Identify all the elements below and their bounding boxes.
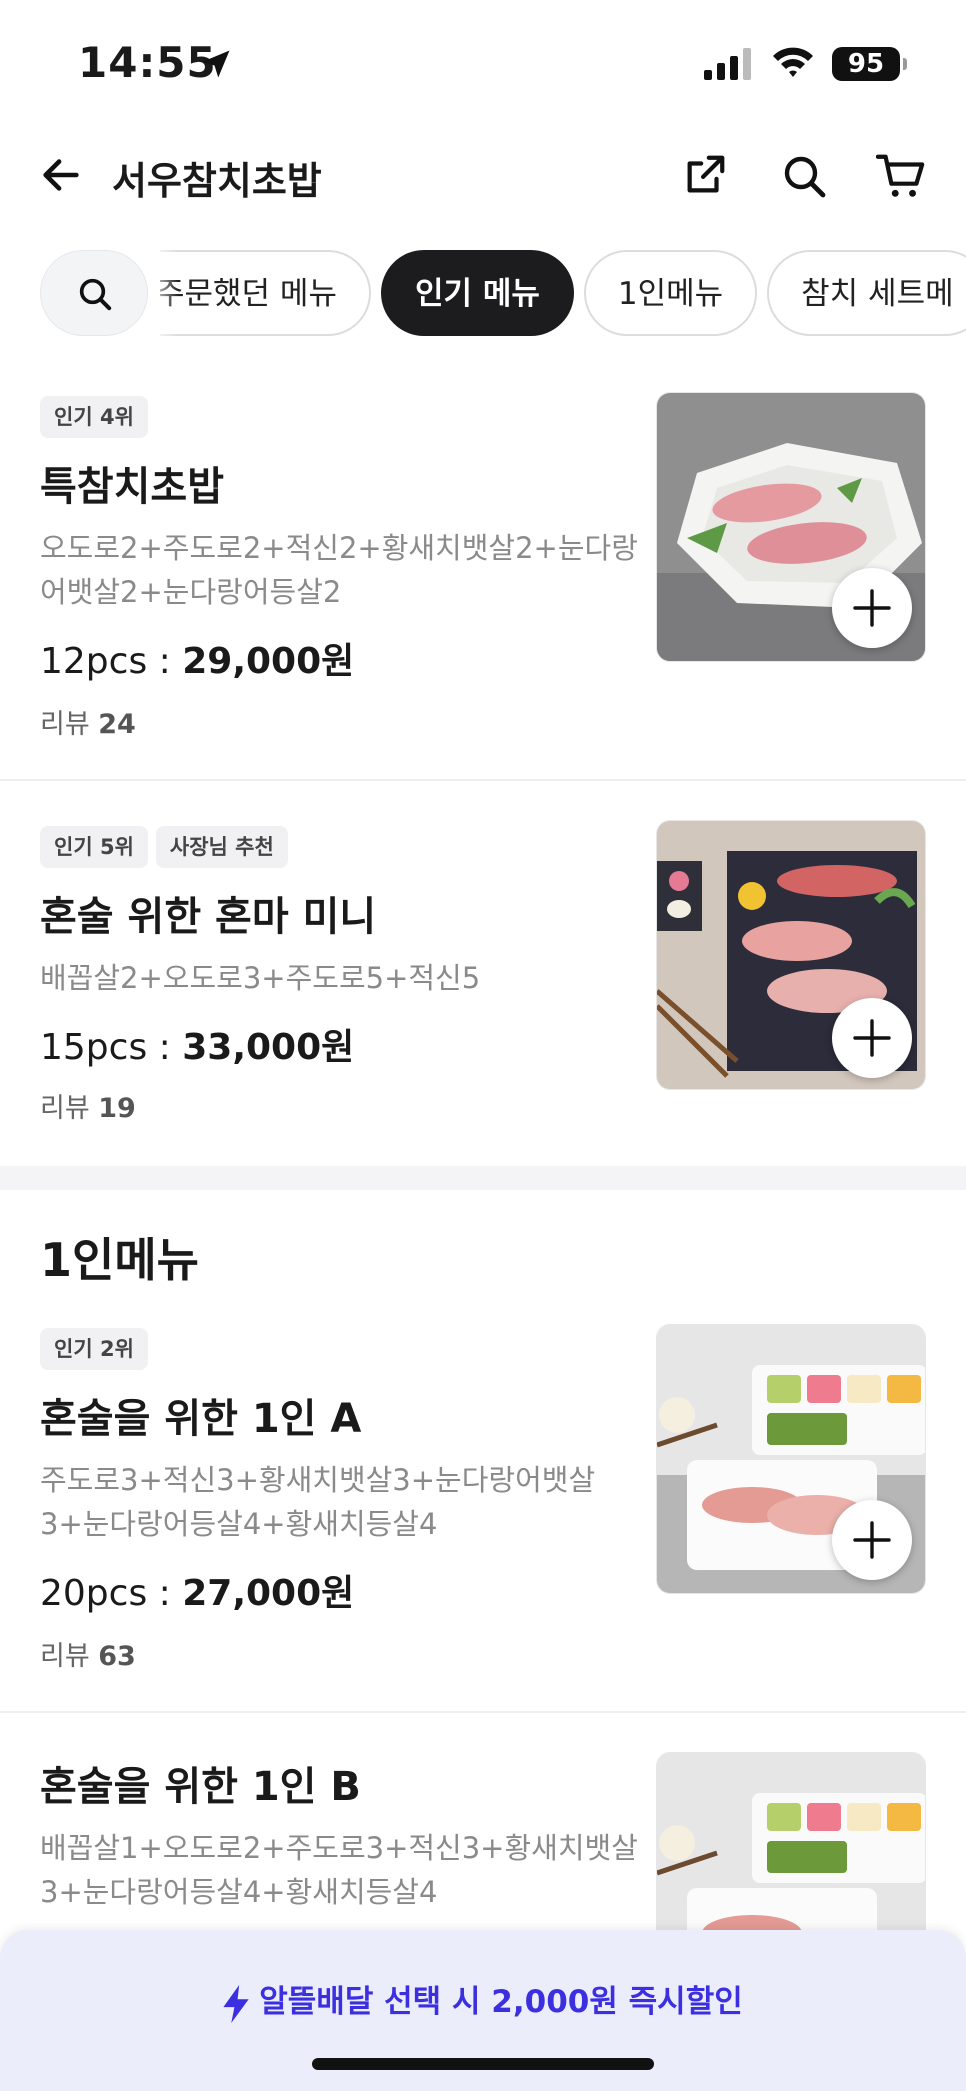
location-arrow-icon: [202, 50, 230, 78]
category-chips: 주문했던 메뉴 인기 메뉴 1인메뉴 참치 세트메: [0, 248, 966, 340]
chip-fade: [148, 248, 178, 338]
item-review: 리뷰 24: [40, 709, 136, 740]
owner-pick-badge: 사장님 추천: [155, 826, 288, 868]
promo-text: 알뜰배달 선택 시 2,000원 즉시할인: [0, 1976, 966, 2023]
status-time: 14:55: [78, 38, 217, 87]
chip-single-menu[interactable]: 1인메뉴: [583, 250, 758, 336]
battery-indicator: 95: [832, 47, 900, 81]
item-price: 15pcs : 33,000원: [40, 1027, 355, 1068]
chip-scroll-row[interactable]: 주문했던 메뉴 인기 메뉴 1인메뉴 참치 세트메: [160, 250, 966, 336]
menu-item[interactable]: 인기 5위 사장님 추천 혼술 위한 혼마 미니 배꼽살2+오도로3+주도로5+적…: [0, 820, 966, 1160]
plus-icon: [853, 589, 891, 627]
item-description: 주도로3+적신3+황새치뱃살3+눈다랑어뱃살3+눈다랑어등살4+황새치등살4: [40, 1463, 596, 1541]
add-to-cart-button[interactable]: [832, 568, 912, 648]
lightning-icon: [223, 1984, 249, 2023]
item-name: 특참치초밥: [40, 464, 224, 510]
cart-icon[interactable]: [876, 152, 926, 200]
cellular-signal-icon: [704, 48, 751, 80]
status-bar: 14:55 95: [0, 0, 966, 120]
search-icon[interactable]: [780, 152, 828, 200]
rank-badge: 인기 4위: [40, 396, 148, 438]
menu-item[interactable]: 인기 2위 혼술을 위한 1인 A 주도로3+적신3+황새치뱃살3+눈다랑어뱃살…: [0, 1324, 966, 1710]
menu-item[interactable]: 인기 4위 특참치초밥 오도로2+주도로2+적신2+황새치뱃살2+눈다랑어뱃살2…: [0, 392, 966, 780]
add-to-cart-button[interactable]: [832, 1500, 912, 1580]
item-name: 혼술 위한 혼마 미니: [40, 894, 377, 940]
back-arrow-icon[interactable]: [38, 152, 84, 198]
plus-icon: [853, 1019, 891, 1057]
share-icon[interactable]: [682, 152, 728, 198]
rank-badge: 인기 2위: [40, 1328, 148, 1370]
add-to-cart-button[interactable]: [832, 998, 912, 1078]
plus-icon: [853, 1521, 891, 1559]
wifi-icon: [773, 47, 813, 77]
section-title: 1인메뉴: [40, 1233, 199, 1287]
app-header: 서우참치초밥: [0, 130, 966, 220]
search-icon: [79, 278, 112, 311]
divider: [0, 779, 966, 781]
item-description: 오도로2+주도로2+적신2+황새치뱃살2+눈다랑어뱃살2+눈다랑어등살2: [40, 531, 638, 609]
menu-search-button[interactable]: [40, 250, 148, 336]
divider: [0, 1711, 966, 1713]
chip-previous-orders[interactable]: 주문했던 메뉴: [160, 250, 371, 336]
section-gap: [0, 1166, 966, 1190]
item-review: 리뷰 19: [40, 1093, 136, 1124]
chip-popular-menu[interactable]: 인기 메뉴: [380, 250, 574, 336]
item-review: 리뷰 63: [40, 1641, 136, 1672]
item-name: 혼술을 위한 1인 A: [40, 1396, 362, 1442]
item-description: 배꼽살2+오도로3+주도로5+적신5: [40, 961, 481, 995]
chip-tuna-set-menu[interactable]: 참치 세트메: [767, 250, 966, 336]
home-indicator: [312, 2058, 654, 2070]
rank-badge: 인기 5위: [40, 826, 148, 868]
item-description: 배꼽살1+오도로2+주도로3+적신3+황새치뱃살3+눈다랑어등살4+황새치등살4: [40, 1831, 638, 1909]
item-name: 혼술을 위한 1인 B: [40, 1764, 361, 1810]
store-title: 서우참치초밥: [112, 159, 322, 203]
item-price: 20pcs : 27,000원: [40, 1573, 355, 1614]
battery-tip: [903, 58, 907, 70]
item-price: 12pcs : 29,000원: [40, 641, 355, 682]
